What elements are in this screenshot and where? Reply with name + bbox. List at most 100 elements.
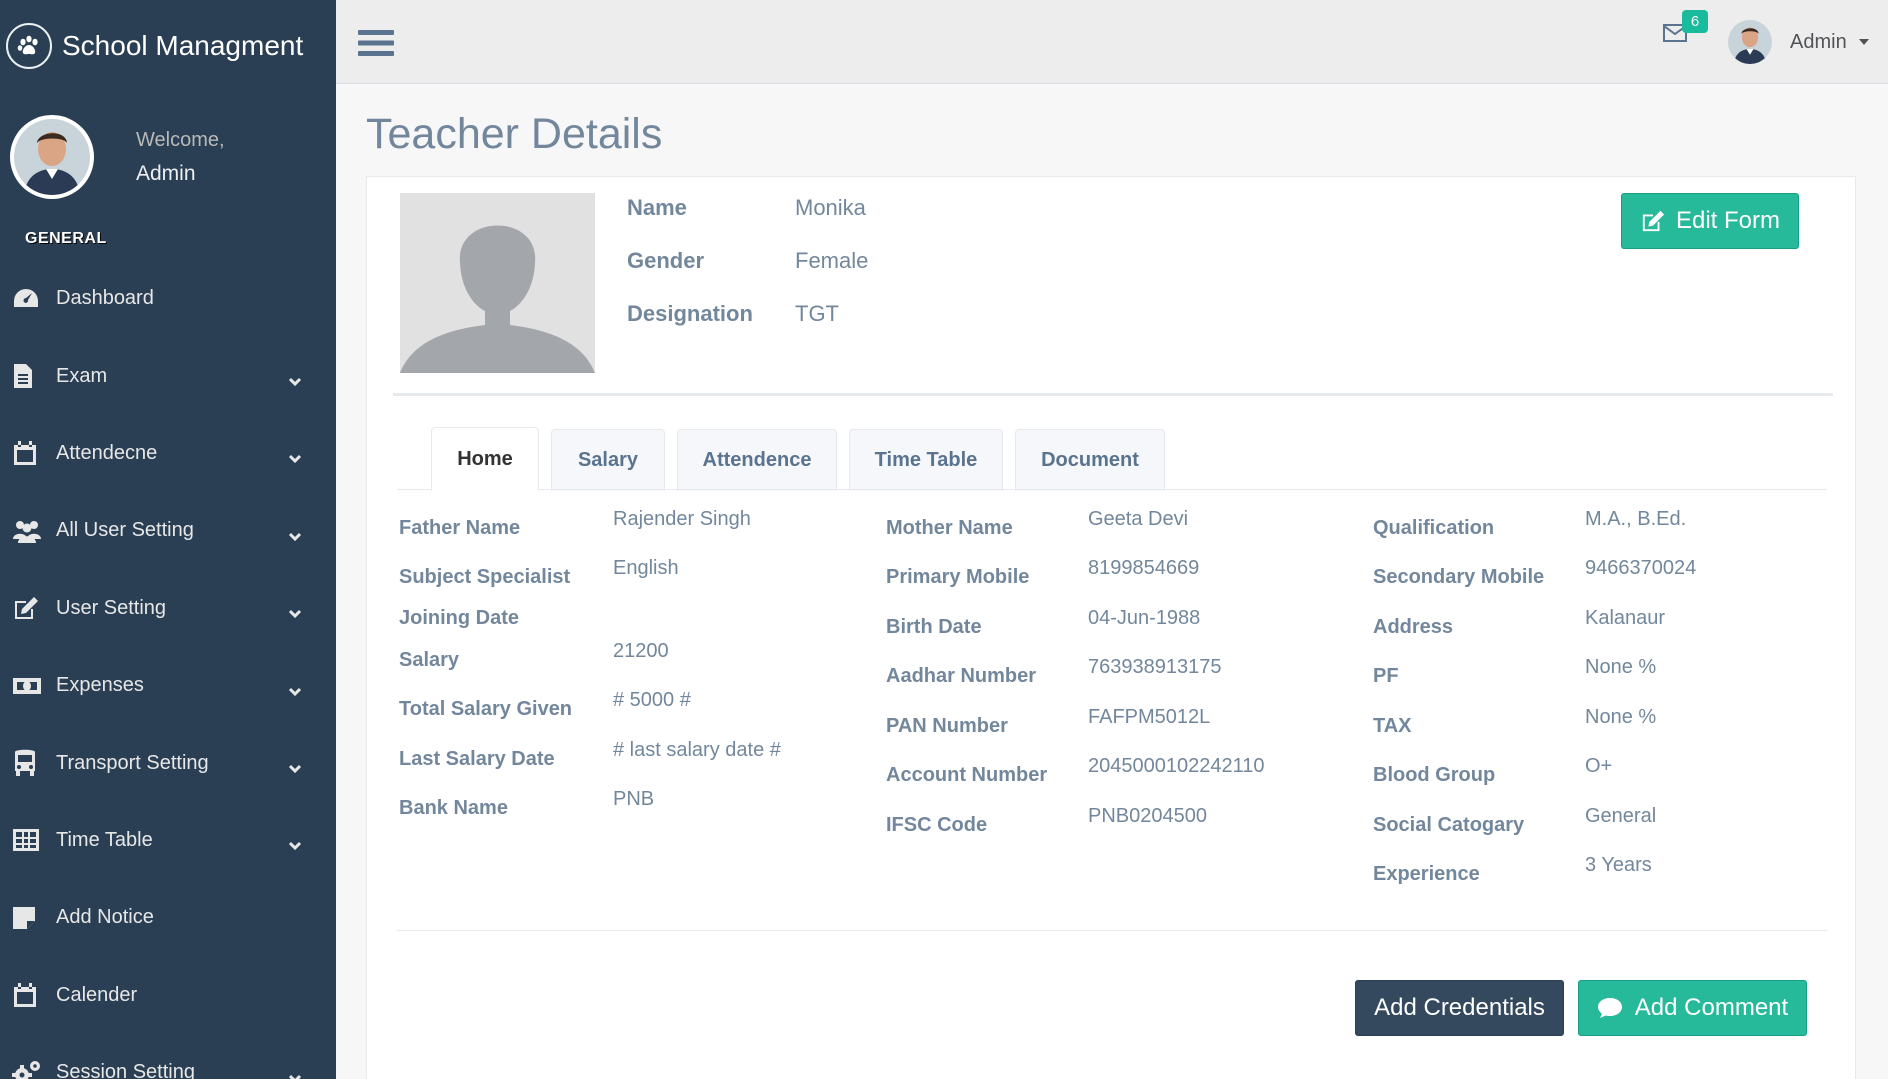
field-label: Joining Date	[399, 607, 520, 629]
sidebar-item-add-notice[interactable]: Add Notice	[0, 879, 336, 956]
field-label: Address	[1373, 616, 1454, 638]
tab-salary[interactable]: Salary	[551, 429, 665, 491]
field-value: 3 Years	[1585, 854, 1652, 876]
edit-form-label: Edit Form	[1675, 207, 1780, 234]
field-value: Female	[795, 248, 869, 273]
sidebar-item-all-user-setting[interactable]: All User Setting	[0, 492, 336, 569]
avatar	[1728, 20, 1772, 64]
chevron-down-icon	[288, 757, 302, 780]
divider	[397, 930, 1827, 931]
user-name: Admin	[1790, 30, 1847, 53]
field-label: PF	[1373, 665, 1399, 687]
sidebar-item-label: Exam	[56, 364, 108, 387]
field-label: TAX	[1373, 715, 1412, 737]
edit-icon	[12, 593, 46, 623]
field-value: 763938913175	[1088, 656, 1222, 678]
edit-icon	[1642, 210, 1665, 232]
sidebar-item-label: User Setting	[56, 596, 167, 619]
sidebar-item-label: Session Setting	[56, 1061, 195, 1079]
field-label: Qualification	[1373, 517, 1495, 539]
paw-icon	[6, 23, 52, 69]
sidebar-item-label: Attendecne	[56, 441, 158, 464]
profile-name: Admin	[136, 161, 196, 185]
chevron-down-icon	[288, 1067, 302, 1079]
tab-attendence[interactable]: Attendence	[677, 429, 837, 491]
field-label: Blood Group	[1373, 764, 1496, 786]
basic-info: Name Monika Gender Female Designation TG…	[627, 195, 868, 354]
field-value: Geeta Devi	[1088, 508, 1189, 530]
divider	[393, 393, 1833, 396]
table-icon	[12, 825, 46, 855]
field-value: None %	[1585, 706, 1657, 728]
info-row-name: Name Monika	[627, 195, 868, 248]
comment-icon	[1597, 998, 1622, 1018]
teacher-details-panel: Name Monika Gender Female Designation TG…	[366, 176, 1856, 1079]
sidebar-item-label: Add Notice	[56, 906, 154, 929]
tab-document[interactable]: Document	[1015, 429, 1165, 491]
sidebar-item-session-setting[interactable]: Session Setting	[0, 1034, 336, 1079]
sidebar-item-dashboard[interactable]: Dashboard	[0, 260, 336, 337]
page-title: Teacher Details	[366, 110, 663, 158]
detail-tabs: Home Salary Attendence Time Table Docume…	[431, 427, 1177, 491]
sidebar: School Managment Welcome, Admin GENERAL …	[0, 0, 336, 1079]
add-comment-button[interactable]: Add Comment	[1578, 980, 1807, 1036]
profile-block: Welcome, Admin	[0, 92, 336, 222]
field-value: 2045000102242110	[1088, 755, 1265, 777]
sidebar-item-time-table[interactable]: Time Table	[0, 802, 336, 879]
top-navbar: 6 Admin	[336, 0, 1888, 84]
sidebar-item-exam[interactable]: Exam	[0, 337, 336, 414]
field-label: Experience	[1373, 863, 1480, 885]
field-label: Father Name	[399, 517, 521, 539]
field-label: Name	[627, 195, 687, 220]
bus-icon	[12, 748, 46, 778]
field-value: TGT	[795, 301, 839, 326]
brand[interactable]: School Managment	[0, 0, 336, 92]
field-value: PNB	[613, 788, 655, 810]
sidebar-item-transport-setting[interactable]: Transport Setting	[0, 724, 336, 801]
field-label: Gender	[627, 248, 705, 273]
chevron-down-icon	[288, 525, 302, 548]
field-value: FAFPM5012L	[1088, 706, 1211, 728]
file-icon	[12, 361, 46, 391]
field-value: 8199854669	[1088, 557, 1200, 579]
info-row-designation: Designation TGT	[627, 301, 868, 354]
chevron-down-icon	[288, 447, 302, 470]
field-value: 04-Jun-1988	[1088, 607, 1201, 629]
add-comment-label: Add Comment	[1634, 994, 1789, 1021]
sidebar-item-attendance[interactable]: Attendecne	[0, 415, 336, 492]
sidebar-item-expenses[interactable]: Expenses	[0, 647, 336, 724]
sidebar-item-label: Time Table	[56, 828, 153, 851]
field-label: PAN Number	[886, 715, 1008, 737]
users-icon	[12, 516, 46, 546]
edit-form-button[interactable]: Edit Form	[1621, 193, 1799, 249]
field-value: Rajender Singh	[613, 508, 751, 530]
chevron-down-icon	[288, 602, 302, 625]
field-label: Bank Name	[399, 797, 508, 819]
menu-toggle-icon[interactable]	[358, 28, 394, 63]
field-value: Kalanaur	[1585, 607, 1666, 629]
chevron-down-icon	[288, 370, 302, 393]
field-value: # 5000 #	[613, 689, 691, 711]
field-label: Account Number	[886, 764, 1048, 786]
add-credentials-button[interactable]: Add Credentials	[1355, 980, 1564, 1036]
info-row-gender: Gender Female	[627, 248, 868, 301]
field-value: 21200	[613, 640, 669, 662]
tab-home[interactable]: Home	[431, 427, 539, 491]
field-label: Subject Specialist	[399, 566, 571, 588]
field-value: 9466370024	[1585, 557, 1697, 579]
cogs-icon	[12, 1058, 46, 1079]
field-value: English	[613, 557, 679, 579]
calendar-icon	[12, 980, 46, 1010]
user-menu[interactable]: Admin	[1728, 20, 1869, 64]
field-value: # last salary date #	[613, 739, 781, 761]
field-label: Social Catogary	[1373, 814, 1525, 836]
avatar	[10, 115, 94, 199]
tab-time-table[interactable]: Time Table	[849, 429, 1003, 491]
field-label: Last Salary Date	[399, 748, 555, 770]
sidebar-item-label: Calender	[56, 983, 138, 1006]
field-value: General	[1585, 805, 1657, 827]
sidebar-item-user-setting[interactable]: User Setting	[0, 570, 336, 647]
chevron-down-icon	[288, 680, 302, 703]
field-value: PNB0204500	[1088, 805, 1207, 827]
sidebar-item-calender[interactable]: Calender	[0, 957, 336, 1034]
